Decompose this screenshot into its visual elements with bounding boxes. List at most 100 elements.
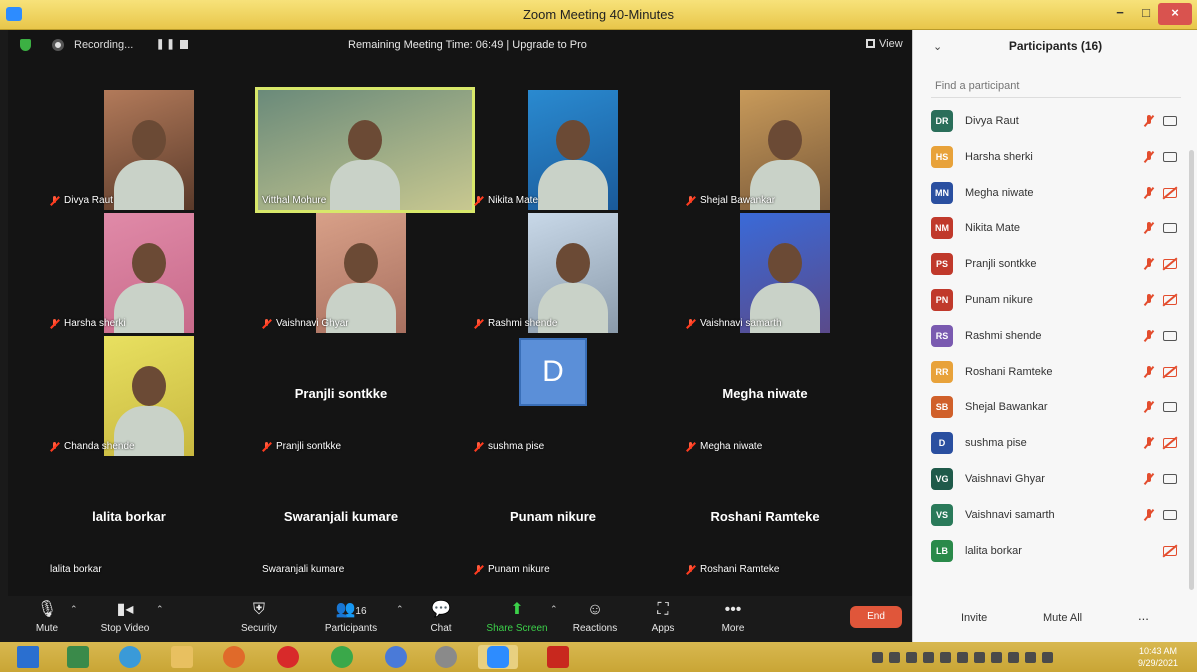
participant-row[interactable]: LB lalita borkar: [913, 534, 1197, 570]
maximize-button[interactable]: □: [1134, 3, 1158, 25]
mute-all-button[interactable]: Mute All: [1043, 612, 1082, 624]
participant-name: Roshani Ramteke: [965, 365, 1053, 378]
participant-name: lalita borkar: [965, 544, 1022, 557]
share-screen-button[interactable]: ⬆ Share Screen ⌃: [482, 600, 557, 634]
stop-video-button[interactable]: ▮◂ Stop Video ⌃: [90, 600, 164, 634]
participant-tile[interactable]: Vaishnavi Ghyar: [234, 213, 448, 333]
participant-row[interactable]: PN Punam nikure: [913, 283, 1197, 319]
taskbar-file-explorer[interactable]: [162, 645, 202, 669]
participant-tile[interactable]: Punam nikure Punam nikure: [446, 459, 660, 579]
participant-row[interactable]: VG Vaishnavi Ghyar: [913, 462, 1197, 498]
participant-row[interactable]: Dsushma pise: [913, 426, 1197, 462]
mute-options-caret[interactable]: ⌃: [70, 604, 78, 615]
chat-icon: 💬: [431, 601, 451, 618]
meeting-top-strip: Recording... ❚❚ Remaining Meeting Time: …: [8, 30, 912, 60]
pause-recording-button[interactable]: ❚❚: [156, 39, 177, 50]
stop-video-label: Stop Video: [100, 623, 150, 634]
remaining-time-banner[interactable]: Remaining Meeting Time: 06:49 | Upgrade …: [348, 39, 587, 51]
panel-more-button[interactable]: ...: [1138, 608, 1149, 623]
participant-tile[interactable]: Shejal Bawankar: [658, 90, 872, 210]
taskbar-app-gear[interactable]: [426, 645, 466, 669]
taskbar-clock[interactable]: 10:43 AM 9/29/2021: [1128, 645, 1188, 669]
participant-name: Punam nikure: [965, 294, 1033, 306]
minimize-button[interactable]: −: [1108, 3, 1132, 25]
invite-button[interactable]: Invite: [961, 612, 987, 624]
participant-name-label: Vaishnavi Ghyar: [276, 318, 349, 329]
participants-options-caret[interactable]: ⌃: [396, 604, 404, 615]
taskbar-app-blue[interactable]: [376, 645, 416, 669]
participant-tile[interactable]: Divya Raut: [22, 90, 236, 210]
participant-row[interactable]: MN Megha niwate: [913, 176, 1197, 212]
taskbar-zoom[interactable]: [478, 645, 518, 669]
find-participant-input[interactable]: [931, 74, 1181, 98]
participant-row[interactable]: HS Harsha sherki: [913, 140, 1197, 176]
mute-button[interactable]: 🎙 Mute ⌃: [12, 600, 82, 634]
participant-row[interactable]: NM Nikita Mate: [913, 211, 1197, 247]
participant-tile[interactable]: Megha niwate Megha niwate: [658, 336, 872, 456]
person-body: [114, 160, 184, 210]
participant-tile[interactable]: Roshani Ramteke Roshani Ramteke: [658, 459, 872, 579]
participant-initials-avatar: PN: [931, 289, 953, 311]
close-button[interactable]: ×: [1158, 3, 1192, 25]
share-options-caret[interactable]: ⌃: [550, 604, 558, 615]
participant-tile[interactable]: Vaishnavi samarth: [658, 213, 872, 333]
reactions-button[interactable]: ☺ Reactions: [560, 600, 630, 634]
participant-name-label: Harsha sherki: [64, 318, 126, 329]
camera-icon: [1163, 330, 1177, 341]
participant-name-placeholder: Swaranjali kumare: [283, 509, 399, 524]
participant-tile[interactable]: Pranjli sontkke Pranjli sontkke: [234, 336, 448, 456]
taskbar-firefox[interactable]: [214, 645, 254, 669]
chat-button[interactable]: 💬 Chat: [406, 600, 476, 634]
participant-tile[interactable]: Vitthal Mohure: [234, 87, 475, 213]
taskbar-internet-explorer[interactable]: [110, 645, 150, 669]
taskbar-acrobat[interactable]: [538, 645, 578, 669]
camera-off-icon: [1163, 366, 1177, 377]
muted-mic-icon: [1142, 365, 1156, 380]
apps-button[interactable]: ⛶ Apps: [628, 600, 698, 634]
participant-row[interactable]: VS Vaishnavi samarth: [913, 498, 1197, 534]
participant-row[interactable]: RR Roshani Ramteke: [913, 355, 1197, 391]
participant-initials-avatar: MN: [931, 181, 953, 204]
participant-row[interactable]: DR Divya Raut: [913, 104, 1197, 140]
tray-icon: [974, 652, 985, 663]
end-meeting-button[interactable]: End: [850, 606, 902, 628]
participant-tile[interactable]: Chanda shende: [22, 336, 236, 456]
more-button[interactable]: ••• More: [698, 600, 768, 634]
participant-tile[interactable]: lalita borkar lalita borkar: [22, 459, 236, 579]
participant-tile[interactable]: Swaranjali kumare Swaranjali kumare: [234, 459, 448, 579]
share-screen-label: Share Screen: [486, 623, 548, 634]
windows-logo-icon: [17, 646, 39, 668]
participant-name: Vaishnavi Ghyar: [965, 473, 1045, 485]
video-camera-icon: ▮◂: [116, 601, 134, 618]
participant-name: Harsha sherki: [965, 150, 1033, 163]
reactions-icon: ☺: [586, 601, 604, 618]
stop-recording-button[interactable]: [180, 40, 188, 49]
participant-list-scrollbar[interactable]: [1189, 150, 1194, 590]
taskbar-opera[interactable]: [268, 645, 308, 669]
participant-name: Vaishnavi samarth: [965, 508, 1055, 521]
participant-tile[interactable]: Dsushma pise: [446, 336, 660, 456]
participant-initials-avatar: VG: [931, 468, 953, 490]
encryption-shield-icon[interactable]: [20, 39, 31, 51]
start-button[interactable]: [8, 645, 48, 669]
view-button[interactable]: View: [866, 38, 903, 50]
security-button[interactable]: ⛨ Security: [224, 600, 294, 634]
internet-explorer-icon: [119, 646, 141, 668]
participant-row[interactable]: PS Pranjli sontkke: [913, 247, 1197, 283]
participant-name-placeholder: Pranjli sontkke: [294, 386, 388, 401]
participant-tile[interactable]: Harsha sherki: [22, 213, 236, 333]
participant-row[interactable]: RS Rashmi shende: [913, 319, 1197, 355]
participants-label: Participants: [324, 623, 378, 634]
taskbar-app-store[interactable]: [58, 645, 98, 669]
participant-tile[interactable]: Nikita Mate: [446, 90, 660, 210]
network-icon: [1025, 652, 1036, 663]
participants-button[interactable]: 👥16 Participants ⌃: [316, 600, 404, 634]
participant-row[interactable]: SB Shejal Bawankar: [913, 390, 1197, 426]
opera-icon: [277, 646, 299, 668]
taskbar-chrome[interactable]: [322, 645, 362, 669]
video-options-caret[interactable]: ⌃: [156, 604, 164, 615]
participant-name-placeholder: Punam nikure: [510, 509, 596, 524]
system-tray[interactable]: [872, 650, 1112, 664]
tray-icon: [889, 652, 900, 663]
participant-tile[interactable]: Rashmi shende: [446, 213, 660, 333]
